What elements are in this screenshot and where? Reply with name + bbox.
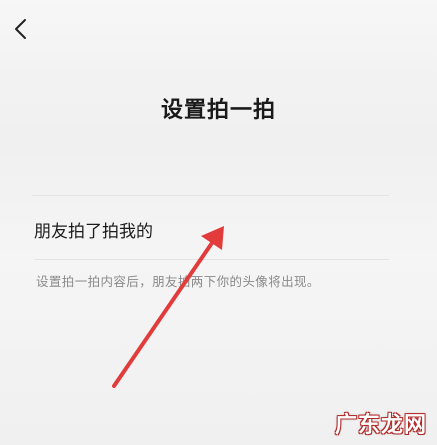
divider <box>32 195 389 196</box>
helper-text: 设置拍一拍内容后，朋友拍两下你的头像将出现。 <box>36 274 320 289</box>
screen: 设置拍一拍 朋友拍了拍我的 设置拍一拍内容后，朋友拍两下你的头像将出现。 广东龙… <box>0 0 437 445</box>
chevron-left-icon <box>15 19 26 39</box>
page-title: 设置拍一拍 <box>160 98 276 123</box>
setting-label: 朋友拍了拍我的 <box>34 222 153 242</box>
divider <box>34 259 389 260</box>
back-button[interactable] <box>6 14 36 44</box>
watermark-logo: 广东龙网 <box>334 412 427 438</box>
